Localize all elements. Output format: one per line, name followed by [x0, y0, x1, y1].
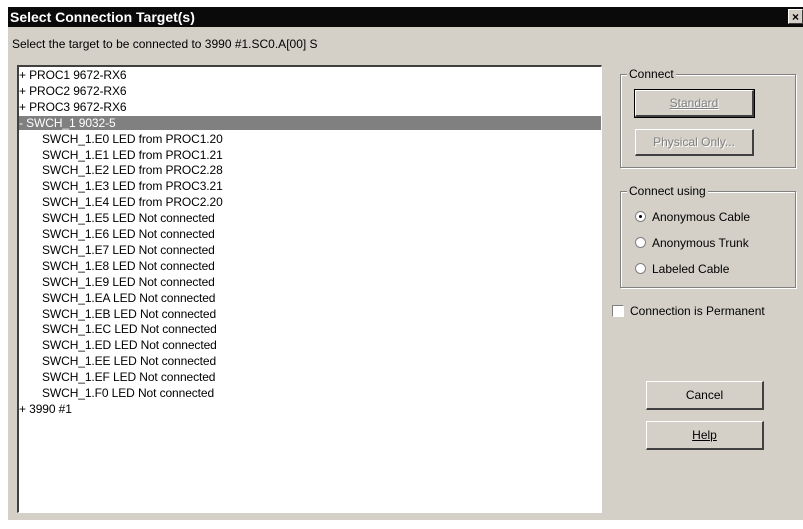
radio-button-icon	[635, 237, 646, 248]
cancel-button-label: Cancel	[685, 388, 724, 402]
radio-label: Labeled Cable	[652, 262, 730, 276]
tree-child-item[interactable]: SWCH_1.EC LED Not connected	[19, 322, 601, 336]
tree-item-label: SWCH_1.E2 LED from PROC2.28	[42, 163, 223, 178]
tree-child-item[interactable]: SWCH_1.F0 LED Not connected	[19, 386, 601, 400]
permanent-checkbox[interactable]: Connection is Permanent	[612, 303, 765, 319]
tree-item-label: + PROC1 9672-RX6	[19, 68, 127, 82]
tree-child-item[interactable]: SWCH_1.EF LED Not connected	[19, 370, 601, 384]
tree-child-item[interactable]: SWCH_1.E7 LED Not connected	[19, 243, 601, 257]
tree-node[interactable]: - SWCH_1 9032-5	[19, 115, 601, 130]
tree-node[interactable]: + PROC2 9672-RX6	[19, 84, 601, 98]
connect-group-label: Connect	[627, 67, 676, 81]
tree-child-item[interactable]: SWCH_1.EB LED Not connected	[19, 307, 601, 321]
tree-item-label: SWCH_1.EE LED Not connected	[42, 354, 217, 369]
radio-button-icon	[635, 211, 646, 222]
title-bar: Select Connection Target(s) ×	[8, 7, 803, 27]
tree-item-label: SWCH_1.ED LED Not connected	[42, 338, 217, 353]
tree-item-label: SWCH_1.E1 LED from PROC1.21	[42, 147, 223, 162]
help-button[interactable]: Help	[646, 421, 764, 450]
radio-label: Anonymous Trunk	[652, 236, 749, 250]
permanent-label: Connection is Permanent	[630, 304, 765, 318]
tree-child-item[interactable]: SWCH_1.EE LED Not connected	[19, 354, 601, 368]
close-button[interactable]: ×	[788, 9, 803, 24]
target-tree[interactable]: + PROC1 9672-RX6 + PROC2 9672-RX6 + PROC3 …	[17, 65, 602, 513]
tree-child-item[interactable]: SWCH_1.E3 LED from PROC3.21	[19, 179, 601, 193]
connect-using-group-label: Connect using	[627, 184, 708, 198]
standard-button[interactable]: Standard	[634, 89, 755, 118]
tree-child-item[interactable]: SWCH_1.E5 LED Not connected	[19, 211, 601, 225]
checkbox-icon	[612, 305, 624, 317]
tree-item-label: SWCH_1.E9 LED Not connected	[42, 274, 215, 289]
tree-item-label: SWCH_1.E3 LED from PROC3.21	[42, 179, 223, 194]
tree-child-item[interactable]: SWCH_1.E0 LED from PROC1.20	[19, 132, 601, 146]
tree-node[interactable]: + PROC3 9672-RX6	[19, 100, 601, 114]
tree-item-label: + 3990 #1	[19, 401, 72, 416]
tree-item-label: SWCH_1.EA LED Not connected	[42, 290, 216, 305]
tree-item-label: + PROC2 9672-RX6	[19, 83, 127, 98]
instruction-text: Select the target to be connected to 399…	[12, 37, 318, 51]
tree-child-item[interactable]: SWCH_1.E6 LED Not connected	[19, 227, 601, 241]
close-icon: ×	[791, 10, 799, 24]
tree-item-label: SWCH_1.E4 LED from PROC2.20	[42, 195, 223, 210]
tree-item-label: SWCH_1.F0 LED Not connected	[42, 386, 215, 400]
radio-anonymous-cable[interactable]: Anonymous Cable	[635, 209, 750, 225]
tree-child-item[interactable]: SWCH_1.E1 LED from PROC1.21	[19, 148, 601, 162]
connect-groupbox: Connect Standard Physical Only...	[620, 67, 796, 168]
cancel-button[interactable]: Cancel	[646, 381, 764, 410]
tree-item-label: + PROC3 9672-RX6	[19, 99, 127, 114]
connect-using-groupbox: Connect using Anonymous Cable Anonymous …	[620, 184, 796, 288]
tree-item-label: - SWCH_1 9032-5	[19, 115, 116, 130]
standard-button-label: Standard	[669, 96, 719, 110]
tree-child-item[interactable]: SWCH_1.E4 LED from PROC2.20	[19, 195, 601, 209]
physical-only-button-label: Physical Only...	[653, 135, 735, 149]
radio-anonymous-trunk[interactable]: Anonymous Trunk	[635, 235, 749, 251]
tree-item-label: SWCH_1.E5 LED Not connected	[42, 211, 215, 226]
radio-label: Anonymous Cable	[652, 210, 751, 224]
tree-item-label: SWCH_1.EF LED Not connected	[42, 370, 216, 385]
tree-item-label: SWCH_1.EB LED Not connected	[42, 306, 217, 321]
tree-node[interactable]: + PROC1 9672-RX6	[19, 68, 601, 82]
window-title: Select Connection Target(s)	[10, 9, 195, 25]
radio-button-icon	[635, 263, 646, 274]
help-button-label: Help	[692, 428, 717, 442]
tree-child-item[interactable]: SWCH_1.EA LED Not connected	[19, 291, 601, 305]
tree-child-item[interactable]: SWCH_1.E8 LED Not connected	[19, 259, 601, 273]
tree-child-item[interactable]: SWCH_1.ED LED Not connected	[19, 338, 601, 352]
tree-item-label: SWCH_1.E7 LED Not connected	[42, 242, 215, 257]
tree-node[interactable]: + 3990 #1	[19, 402, 601, 416]
tree-child-item[interactable]: SWCH_1.E2 LED from PROC2.28	[19, 163, 601, 177]
physical-only-button[interactable]: Physical Only...	[635, 129, 754, 156]
tree-item-label: SWCH_1.E8 LED Not connected	[42, 258, 215, 273]
tree-item-label: SWCH_1.EC LED Not connected	[42, 322, 217, 337]
tree-item-label: SWCH_1.E6 LED Not connected	[42, 227, 215, 241]
tree-child-item[interactable]: SWCH_1.E9 LED Not connected	[19, 275, 601, 289]
radio-labeled-cable[interactable]: Labeled Cable	[635, 261, 729, 277]
tree-item-label: SWCH_1.E0 LED from PROC1.20	[42, 131, 223, 146]
